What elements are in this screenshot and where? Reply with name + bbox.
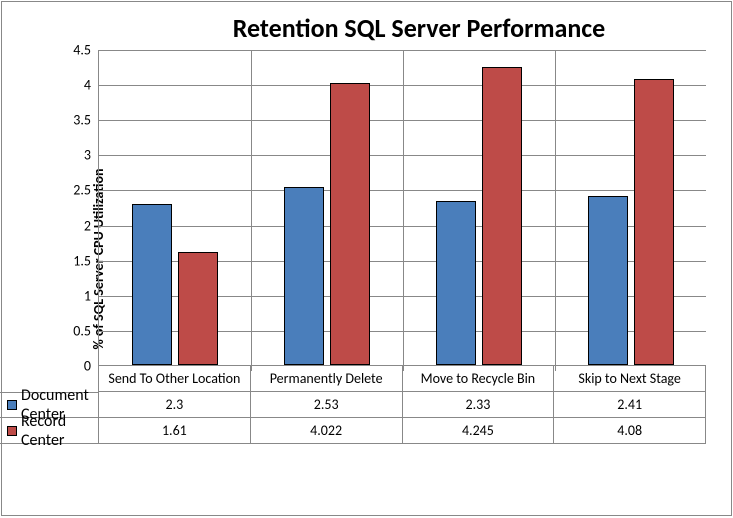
bar-record-center bbox=[482, 67, 522, 365]
category-header: Send To Other Location bbox=[99, 366, 251, 392]
y-tick-label: 1.5 bbox=[73, 252, 91, 269]
chart-title: Retention SQL Server Performance bbox=[127, 12, 711, 44]
data-cell: 2.53 bbox=[250, 392, 402, 418]
y-tick-label: 0 bbox=[84, 358, 91, 375]
bar-document-center bbox=[132, 204, 172, 366]
legend-swatch-blue bbox=[7, 400, 17, 410]
chart-container: Retention SQL Server Performance % of SQ… bbox=[1, 1, 732, 516]
category-separator bbox=[403, 50, 404, 371]
bar-document-center bbox=[436, 201, 476, 365]
bar-document-center bbox=[588, 196, 628, 365]
data-cell: 4.245 bbox=[402, 418, 554, 444]
series1-row: 2.3 2.53 2.33 2.41 bbox=[99, 392, 706, 418]
category-header: Permanently Delete bbox=[250, 366, 402, 392]
category-header-row: Send To Other Location Permanently Delet… bbox=[99, 366, 706, 392]
data-cell: 4.08 bbox=[554, 418, 706, 444]
legend-swatch-red bbox=[7, 426, 17, 436]
y-tick-label: 4 bbox=[84, 77, 91, 94]
category-header: Move to Recycle Bin bbox=[402, 366, 554, 392]
category-separator bbox=[251, 50, 252, 371]
category-separator bbox=[555, 50, 556, 371]
series2-row: 1.61 4.022 4.245 4.08 bbox=[99, 418, 706, 444]
y-tick-label: 2.5 bbox=[73, 182, 91, 199]
data-table: Send To Other Location Permanently Delet… bbox=[98, 366, 706, 444]
data-cell: 2.33 bbox=[402, 392, 554, 418]
y-tick-label: 0.5 bbox=[73, 322, 91, 339]
y-tick-label: 4.5 bbox=[73, 42, 91, 59]
y-tick-label: 3 bbox=[84, 147, 91, 164]
bar-record-center bbox=[634, 79, 674, 366]
bar-record-center bbox=[178, 252, 218, 365]
y-tick-label: 3.5 bbox=[73, 112, 91, 129]
data-cell: 2.3 bbox=[99, 392, 251, 418]
plot-area: 00.511.522.533.544.5 bbox=[98, 50, 706, 366]
data-cell: 1.61 bbox=[99, 418, 251, 444]
legend-label: Record Center bbox=[21, 412, 98, 450]
bar-document-center bbox=[284, 187, 324, 365]
category-header: Skip to Next Stage bbox=[554, 366, 706, 392]
y-tick-label: 2 bbox=[84, 217, 91, 234]
bar-record-center bbox=[330, 83, 370, 365]
data-cell: 4.022 bbox=[250, 418, 402, 444]
legend-series2: Record Center bbox=[0, 418, 98, 444]
y-tick-label: 1 bbox=[84, 287, 91, 304]
data-cell: 2.41 bbox=[554, 392, 706, 418]
